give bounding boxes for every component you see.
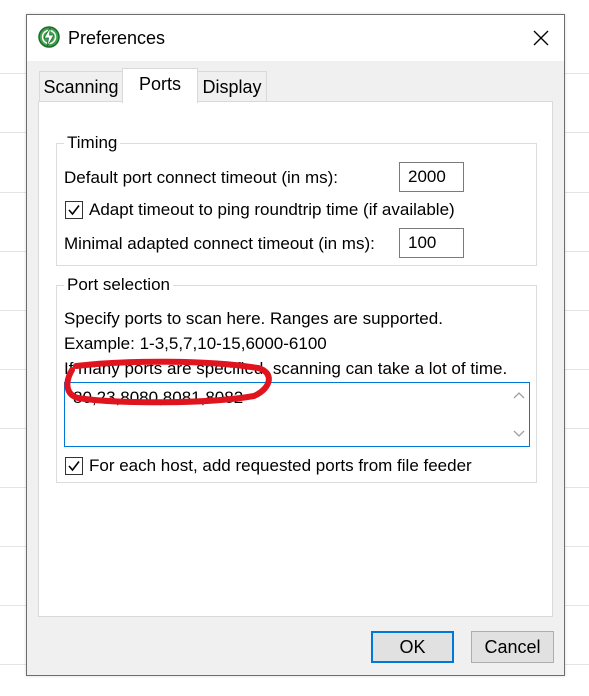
red-annotation-circle	[64, 358, 272, 406]
tab-scanning[interactable]: Scanning	[39, 71, 123, 102]
title-bar: Preferences	[27, 15, 564, 61]
timing-group-title: Timing	[64, 131, 121, 155]
adapt-timeout-checkbox[interactable]	[65, 201, 83, 219]
timing-group: Timing Default port connect timeout (in …	[56, 131, 537, 266]
ports-help-line-2: Example: 1-3,5,7,10-15,6000-6100	[64, 334, 327, 353]
app-lightning-icon	[37, 25, 61, 49]
ok-button[interactable]: OK	[371, 631, 454, 663]
file-feeder-label: For each host, add requested ports from …	[89, 456, 472, 475]
file-feeder-checkbox[interactable]	[65, 457, 83, 475]
default-timeout-field[interactable]: 2000	[399, 162, 464, 192]
port-selection-group-title: Port selection	[64, 273, 173, 297]
adapt-timeout-label: Adapt timeout to ping roundtrip time (if…	[89, 200, 455, 219]
checkmark-icon	[68, 461, 80, 472]
tab-ports[interactable]: Ports	[122, 68, 198, 103]
close-icon	[533, 30, 549, 46]
close-button[interactable]	[518, 15, 564, 61]
scroll-up-icon[interactable]	[513, 390, 525, 400]
checkmark-icon	[68, 205, 80, 216]
min-timeout-label: Minimal adapted connect timeout (in ms):	[64, 234, 375, 253]
cancel-button[interactable]: Cancel	[471, 631, 554, 663]
window-title: Preferences	[68, 28, 166, 48]
tab-display[interactable]: Display	[197, 71, 267, 102]
ports-help-line-1: Specify ports to scan here. Ranges are s…	[64, 309, 443, 328]
min-timeout-field[interactable]: 100	[399, 228, 464, 258]
preferences-dialog: Preferences Scanning Ports Display Timin…	[26, 14, 565, 676]
default-timeout-label: Default port connect timeout (in ms):	[64, 168, 339, 187]
scroll-down-icon[interactable]	[513, 429, 525, 439]
